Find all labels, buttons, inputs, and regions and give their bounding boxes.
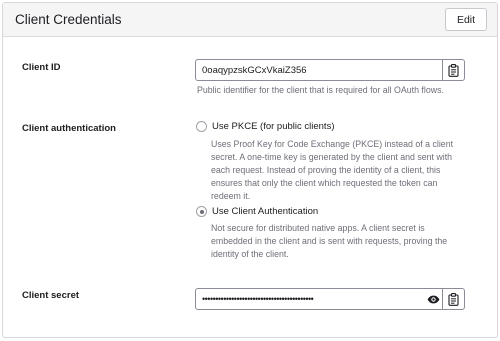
clipboard-icon: [448, 63, 459, 77]
client-id-label: Client ID: [22, 62, 61, 73]
radio-client-auth-label: Use Client Authentication: [212, 206, 319, 217]
copy-client-secret-button[interactable]: [442, 289, 464, 309]
radio-pkce-label: Use PKCE (for public clients): [212, 121, 335, 132]
radio-use-client-authentication[interactable]: Use Client Authentication: [196, 206, 318, 217]
panel-title: Client Credentials: [15, 12, 122, 27]
radio-client-auth-circle[interactable]: [196, 206, 207, 217]
client-auth-help: Not secure for distributed native apps. …: [211, 223, 448, 259]
edit-button[interactable]: Edit: [445, 8, 487, 31]
client-id-value[interactable]: 0oaqypzskGCxVkaiZ356: [196, 65, 442, 76]
eye-icon: [427, 295, 439, 303]
copy-client-id-button[interactable]: [442, 60, 464, 80]
radio-use-pkce[interactable]: Use PKCE (for public clients): [196, 121, 334, 132]
client-id-help: Public identifier for the client that is…: [197, 85, 444, 95]
panel-header: Client Credentials Edit: [3, 3, 497, 37]
clipboard-icon: [448, 292, 459, 306]
client-secret-label: Client secret: [22, 290, 80, 301]
client-auth-label: Client authentication: [22, 123, 116, 134]
radio-pkce-circle[interactable]: [196, 121, 207, 132]
client-secret-field[interactable]: ••••••••••••••••••••••••••••••••••••••••…: [195, 288, 465, 310]
client-id-field[interactable]: 0oaqypzskGCxVkaiZ356: [195, 59, 465, 81]
reveal-secret-button[interactable]: [424, 289, 442, 309]
client-secret-value[interactable]: ••••••••••••••••••••••••••••••••••••••••…: [196, 294, 424, 304]
pkce-help: Uses Proof Key for Code Exchange (PKCE) …: [211, 139, 454, 201]
